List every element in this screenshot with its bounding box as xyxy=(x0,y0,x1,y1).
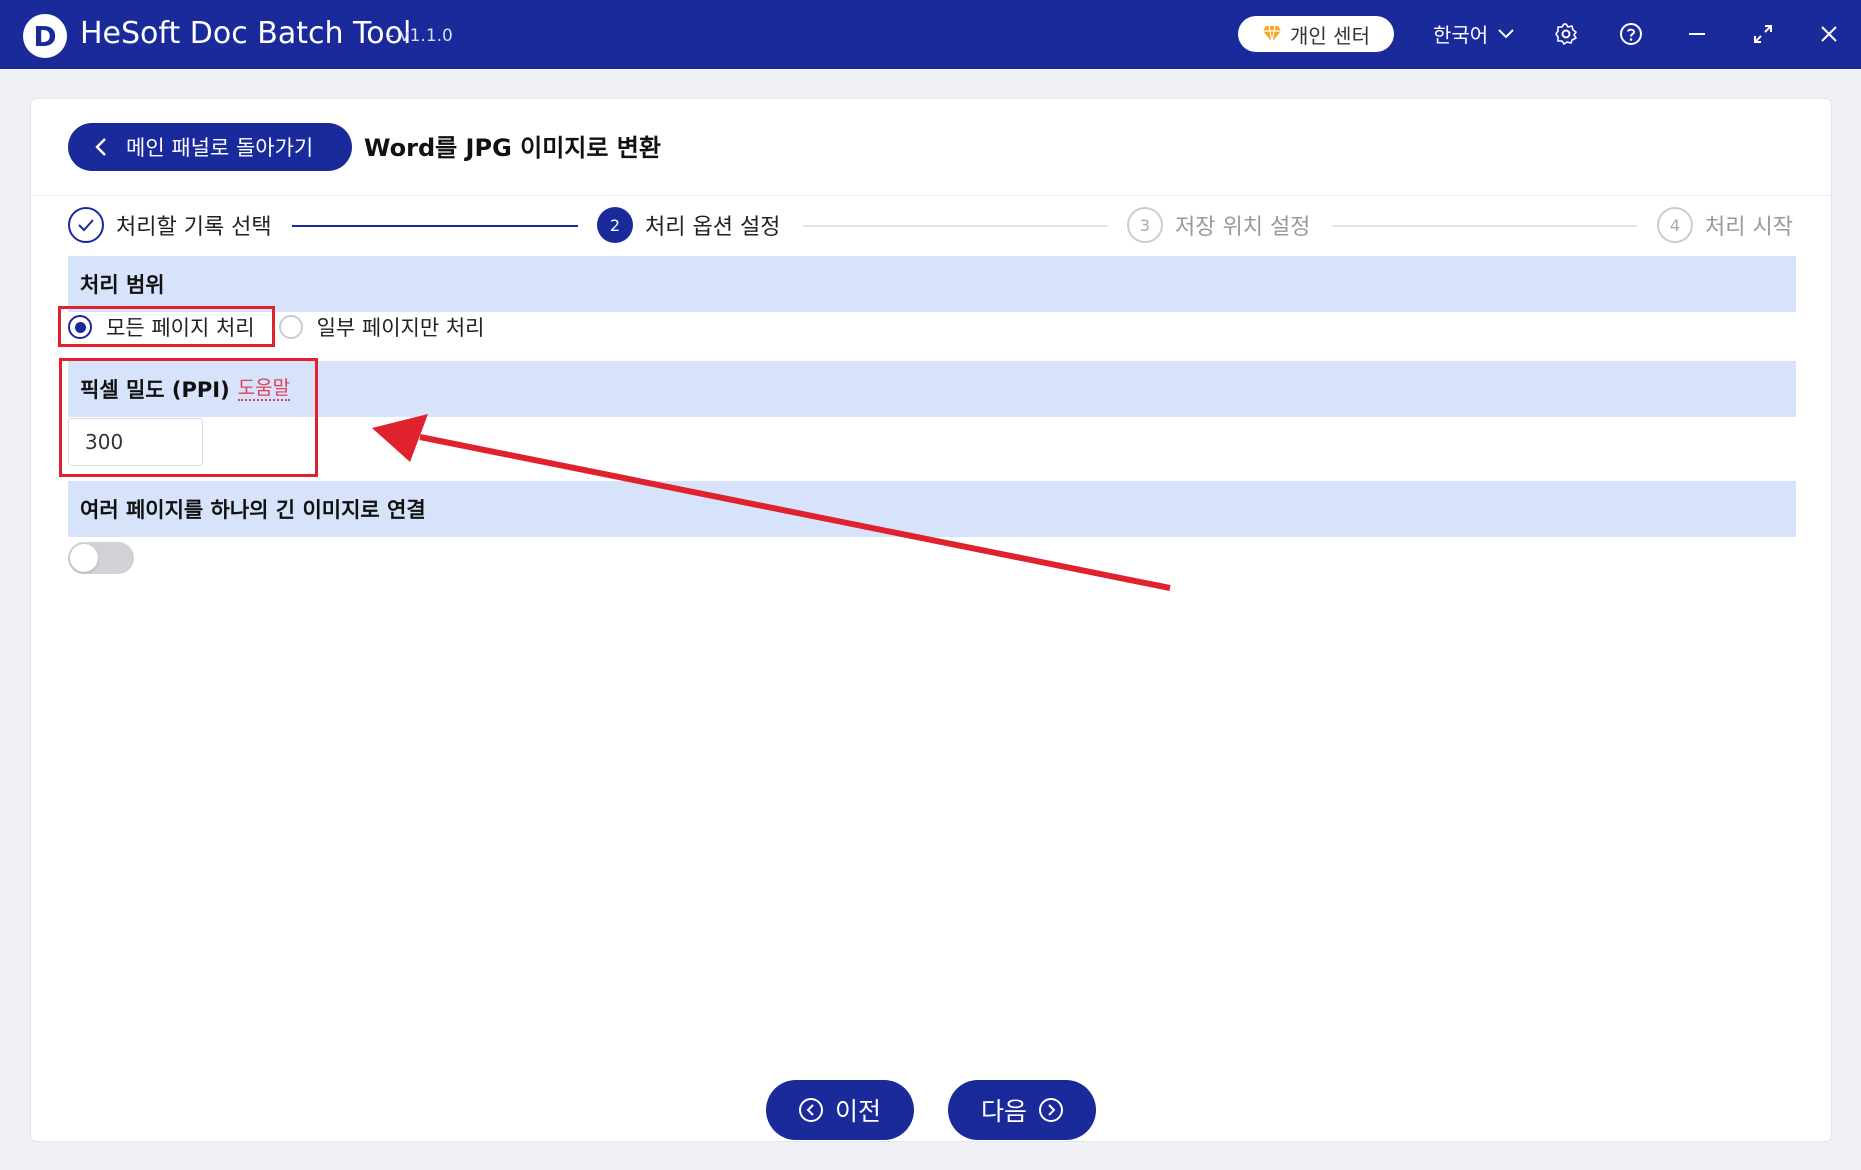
prev-button[interactable]: 이전 xyxy=(766,1080,914,1140)
prev-label: 이전 xyxy=(834,1097,881,1126)
next-button[interactable]: 다음 xyxy=(948,1080,1096,1140)
annotation-arrow xyxy=(372,414,1171,591)
next-label: 다음 xyxy=(980,1097,1027,1126)
chevron-right-circle-icon xyxy=(1039,1098,1063,1122)
chevron-left-circle-icon xyxy=(798,1098,823,1122)
